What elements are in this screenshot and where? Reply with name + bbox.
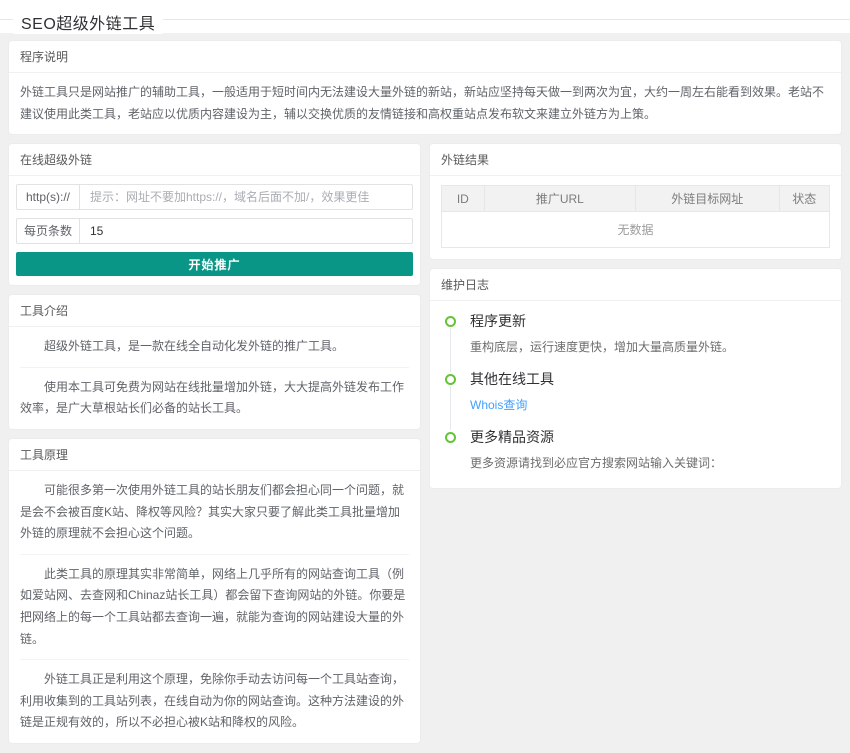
- main-content: 程序说明 外链工具只是网站推广的辅助工具，一般适用于短时间内无法建设大量外链的新…: [0, 33, 850, 753]
- timeline-item-description: 重构底层，运行速度更快，增加大量高质量外链。: [470, 339, 735, 354]
- maintenance-log-card: 维护日志 程序更新 重构底层，运行速度更快，增加大量高质量外链。 其他在线工具 …: [429, 268, 842, 489]
- timeline-item-description: 更多资源请找到必应官方搜索网站输入关键词：: [470, 455, 723, 470]
- results-column-url: 推广URL: [483, 185, 636, 213]
- backlink-results-header: 外链结果: [430, 144, 841, 177]
- results-table-header-row: ID 推广URL 外链目标网址 状态: [441, 185, 831, 213]
- timeline-item-title: 其他在线工具: [470, 370, 554, 387]
- timeline-item-title: 更多精品资源: [470, 428, 554, 445]
- tool-intro-card: 工具介绍 超级外链工具，是一款在线全自动化发外链的推广工具。 使用本工具可免费为…: [8, 294, 421, 430]
- tool-intro-paragraph: 使用本工具可免费为网站在线批量增加外链，大大提高外链发布工作效率，是广大草根站长…: [20, 366, 409, 429]
- program-notes-text: 外链工具只是网站推广的辅助工具，一般适用于短时间内无法建设大量外链的新站，新站应…: [20, 85, 825, 121]
- results-empty-text: 无数据: [441, 211, 830, 249]
- tool-principle-header: 工具原理: [9, 439, 420, 471]
- timeline-item-title: 程序更新: [470, 313, 526, 330]
- url-input-row: http(s)://: [16, 184, 413, 211]
- page-header: SEO超级外链工具: [0, 0, 850, 34]
- per-page-field-label: 每页条数: [17, 219, 80, 244]
- tool-intro-header: 工具介绍: [9, 295, 420, 328]
- tool-intro-paragraph: 超级外链工具，是一款在线全自动化发外链的推广工具。: [44, 339, 345, 354]
- page-title: SEO超级外链工具: [13, 10, 164, 34]
- whois-query-link[interactable]: Whois查询: [470, 398, 527, 412]
- timeline-node-icon: [445, 373, 456, 385]
- tool-principle-card: 工具原理 可能很多第一次使用外链工具的站长朋友们都会担心同一个问题，就是会不会被…: [8, 437, 421, 744]
- start-promotion-button[interactable]: 开始推广: [16, 252, 413, 277]
- timeline-node-icon: [445, 431, 456, 443]
- maintenance-timeline: 程序更新 重构底层，运行速度更快，增加大量高质量外链。 其他在线工具 Whois…: [430, 301, 841, 487]
- timeline-item-more-resources: 更多精品资源 更多资源请找到必应官方搜索网站输入关键词：: [445, 429, 830, 474]
- timeline-item-other-tools: 其他在线工具 Whois查询: [445, 370, 830, 430]
- left-column: 在线超级外链 http(s):// 每页条数 开始推广 工具介绍: [8, 143, 421, 744]
- results-empty-row: 无数据: [441, 211, 830, 249]
- results-table: ID 推广URL 外链目标网址 状态 无数据: [441, 185, 831, 249]
- per-page-input-row: 每页条数: [16, 218, 413, 245]
- backlink-form-card: 在线超级外链 http(s):// 每页条数 开始推广: [8, 143, 421, 287]
- timeline-node-icon: [445, 316, 456, 328]
- url-input[interactable]: [80, 185, 412, 210]
- backlink-results-card: 外链结果 ID 推广URL 外链目标网址 状态 无数据: [429, 143, 842, 261]
- results-column-status: 状态: [778, 185, 831, 213]
- results-column-id: ID: [441, 185, 485, 213]
- timeline-item-program-update: 程序更新 重构底层，运行速度更快，增加大量高质量外链。: [445, 313, 830, 372]
- tool-principle-paragraph: 外链工具正是利用这个原理，免除你手动去访问每一个工具站查询，利用收集到的工具站列…: [20, 659, 409, 743]
- program-notes-card: 程序说明 外链工具只是网站推广的辅助工具，一般适用于短时间内无法建设大量外链的新…: [8, 40, 842, 136]
- right-column: 外链结果 ID 推广URL 外链目标网址 状态 无数据 维护日志 程序更新 重构…: [429, 143, 842, 489]
- results-column-target: 外链目标网址: [634, 185, 780, 213]
- maintenance-log-header: 维护日志: [430, 269, 841, 302]
- per-page-input[interactable]: [80, 219, 412, 244]
- url-field-label: http(s)://: [17, 185, 80, 210]
- tool-principle-paragraph: 可能很多第一次使用外链工具的站长朋友们都会担心同一个问题，就是会不会被百度K站、…: [20, 482, 405, 541]
- tool-principle-paragraph: 此类工具的原理其实非常简单，网络上几乎所有的网站查询工具（例如爱站网、去查网和C…: [20, 553, 409, 659]
- backlink-form-header: 在线超级外链: [9, 144, 420, 177]
- program-notes-header: 程序说明: [9, 41, 841, 73]
